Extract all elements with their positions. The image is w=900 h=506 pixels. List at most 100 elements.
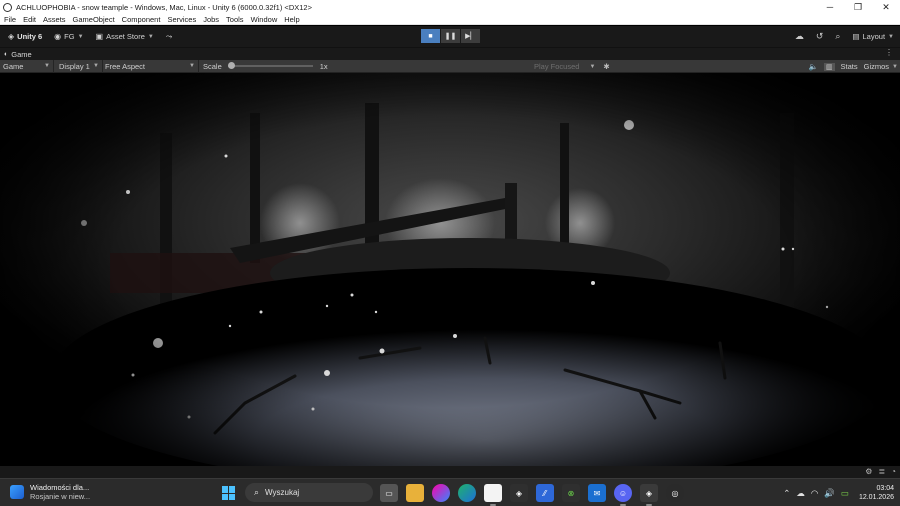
windows-logo-icon	[222, 486, 228, 493]
stop-icon: ■	[428, 32, 433, 40]
menu-help[interactable]: Help	[284, 15, 299, 24]
network-activity-icon[interactable]: ⚙	[865, 467, 872, 476]
pause-icon: ❚❚	[444, 33, 457, 40]
unity-hub-icon[interactable]: ◈	[510, 484, 528, 502]
branch-icon: ⤳	[165, 31, 173, 41]
code-editor-icon[interactable]: ⁄⁄	[536, 484, 554, 502]
layers-icon[interactable]: ≣	[878, 467, 885, 476]
search-placeholder: Wyszukaj	[265, 488, 300, 497]
xbox-icon[interactable]: ⊗	[562, 484, 580, 502]
outlook-icon[interactable]: ✉	[588, 484, 606, 502]
steam-icon[interactable]: ◎	[666, 484, 684, 502]
play-mode-label: Play Focused	[534, 62, 580, 71]
system-tray: ⌃ ☁ ◠ 🔊 ▭ 03:04 12.01.2026	[777, 479, 894, 506]
unity-editor-icon[interactable]: ◈	[640, 484, 658, 506]
search-icon[interactable]: ⌕	[835, 31, 840, 42]
scale-control: Scale 1x	[199, 60, 331, 73]
aspect-dropdown[interactable]: Free Aspect ▼	[103, 60, 198, 73]
status-bar: ⚙ ≣ ◔	[0, 466, 900, 478]
game-scene-render	[0, 73, 900, 466]
game-mode-dropdown[interactable]: Game ▼	[0, 60, 53, 73]
game-mode-label: Game	[3, 61, 24, 71]
game-view-bar: Game ▼ Display 1 ▼ Free Aspect ▼ Scale 1…	[0, 59, 900, 73]
layout-dropdown[interactable]: ▤ Layout ▼	[852, 32, 894, 41]
unity-hub-button[interactable]: ◈ Unity 6	[4, 29, 46, 44]
clock-time: 03:04	[876, 485, 894, 492]
account-icon: ◉	[54, 32, 62, 41]
task-view-icon[interactable]: ▭	[380, 484, 398, 502]
menu-jobs[interactable]: Jobs	[203, 15, 219, 24]
volume-icon[interactable]: 🔊	[824, 488, 835, 499]
restore-button[interactable]: ❐	[844, 0, 872, 14]
news-widget-title: Wiadomości dla...	[30, 483, 90, 492]
chevron-down-icon: ▼	[589, 63, 596, 70]
scale-slider[interactable]	[227, 62, 313, 69]
asset-store-dropdown[interactable]: ▣ Asset Store ▼	[92, 29, 158, 44]
unity-version-label: Unity 6	[17, 32, 43, 41]
game-viewport[interactable]	[0, 73, 900, 466]
mute-audio-icon[interactable]: 🔈	[809, 62, 818, 71]
aspect-label: Free Aspect	[105, 61, 146, 71]
bug-icon[interactable]: ✱	[603, 62, 609, 71]
chevron-down-icon[interactable]: ▼	[892, 64, 898, 70]
chevron-up-icon[interactable]: ⌃	[783, 488, 790, 499]
play-mode-dropdown[interactable]: Play Focused ▼ ✱	[534, 60, 610, 73]
menu-file[interactable]: File	[4, 15, 16, 24]
account-label: FG	[64, 32, 75, 41]
tab-game-label: Game	[11, 49, 32, 59]
onedrive-cloud-icon[interactable]: ☁	[796, 488, 805, 499]
menu-assets[interactable]: Assets	[43, 15, 66, 24]
menu-tools[interactable]: Tools	[226, 15, 244, 24]
battery-icon[interactable]: ▭	[841, 488, 849, 499]
cloud-icon[interactable]: ☁	[795, 31, 804, 42]
pause-button[interactable]: ❚❚	[441, 29, 460, 43]
edge-browser-icon[interactable]	[458, 484, 476, 502]
windows-logo-icon	[229, 493, 235, 500]
step-button[interactable]: ▶▏	[461, 29, 480, 43]
play-controls: ■ ❚❚ ▶▏	[421, 29, 481, 43]
display-dropdown[interactable]: Display 1 ▼	[54, 60, 102, 73]
unity-app-icon	[3, 2, 12, 12]
layout-icon: ▤	[852, 32, 860, 41]
news-widget-subtitle: Rosjanie w niew...	[30, 492, 91, 501]
menu-gameobject[interactable]: GameObject	[73, 15, 115, 24]
game-view-right-controls: 🔈 ▥ Stats Gizmos ▼	[803, 60, 898, 73]
chevron-down-icon: ▼	[147, 33, 154, 40]
tab-strip: ◐ Game ⋮	[0, 47, 900, 60]
stats-toggle-icon[interactable]: ▥	[823, 62, 835, 71]
taskbar-search[interactable]: ⌕ Wyszukaj	[245, 483, 373, 502]
history-icon[interactable]: ↺	[816, 31, 824, 42]
version-control-button[interactable]: ⤳	[162, 29, 179, 44]
file-explorer-icon[interactable]	[406, 484, 424, 502]
scale-label: Scale	[203, 61, 222, 71]
start-button[interactable]	[222, 486, 236, 500]
minimize-button[interactable]: ─	[816, 0, 844, 14]
menu-window[interactable]: Window	[251, 15, 278, 24]
gizmos-button[interactable]: Gizmos	[864, 62, 889, 71]
menu-services[interactable]: Services	[167, 15, 196, 24]
news-widget[interactable]: Wiadomości dla... Rosjanie w niew...	[10, 483, 90, 501]
taskbar-clock[interactable]: 03:04 12.01.2026	[859, 484, 894, 502]
close-button[interactable]: ✕	[872, 0, 900, 14]
play-button[interactable]: ■	[421, 29, 440, 43]
account-dropdown[interactable]: ◉ FG ▼	[50, 29, 87, 44]
microsoft-store-icon[interactable]	[484, 484, 502, 506]
scale-slider-handle[interactable]	[227, 62, 235, 69]
scale-value: 1x	[319, 61, 328, 71]
title-bar: ACHLUOPHOBIA - snow teample - Windows, M…	[0, 0, 900, 14]
more-options-icon[interactable]: ⋮	[885, 48, 893, 57]
copilot-icon[interactable]	[432, 484, 450, 502]
tab-game[interactable]: ◐ Game	[4, 50, 32, 59]
stats-button[interactable]: Stats	[841, 62, 858, 71]
search-icon: ⌕	[254, 487, 260, 497]
news-icon	[10, 485, 24, 499]
menu-edit[interactable]: Edit	[23, 15, 36, 24]
layout-label: Layout	[862, 32, 886, 41]
window-title: ACHLUOPHOBIA - snow teample - Windows, M…	[16, 2, 312, 12]
gamepad-icon: ◐	[4, 50, 9, 58]
check-circle-icon[interactable]: ◔	[891, 467, 896, 476]
wifi-icon[interactable]: ◠	[811, 488, 818, 499]
unity-logo-icon: ◈	[8, 32, 15, 41]
discord-icon[interactable]: ☺	[614, 484, 632, 506]
menu-component[interactable]: Component	[122, 15, 161, 24]
